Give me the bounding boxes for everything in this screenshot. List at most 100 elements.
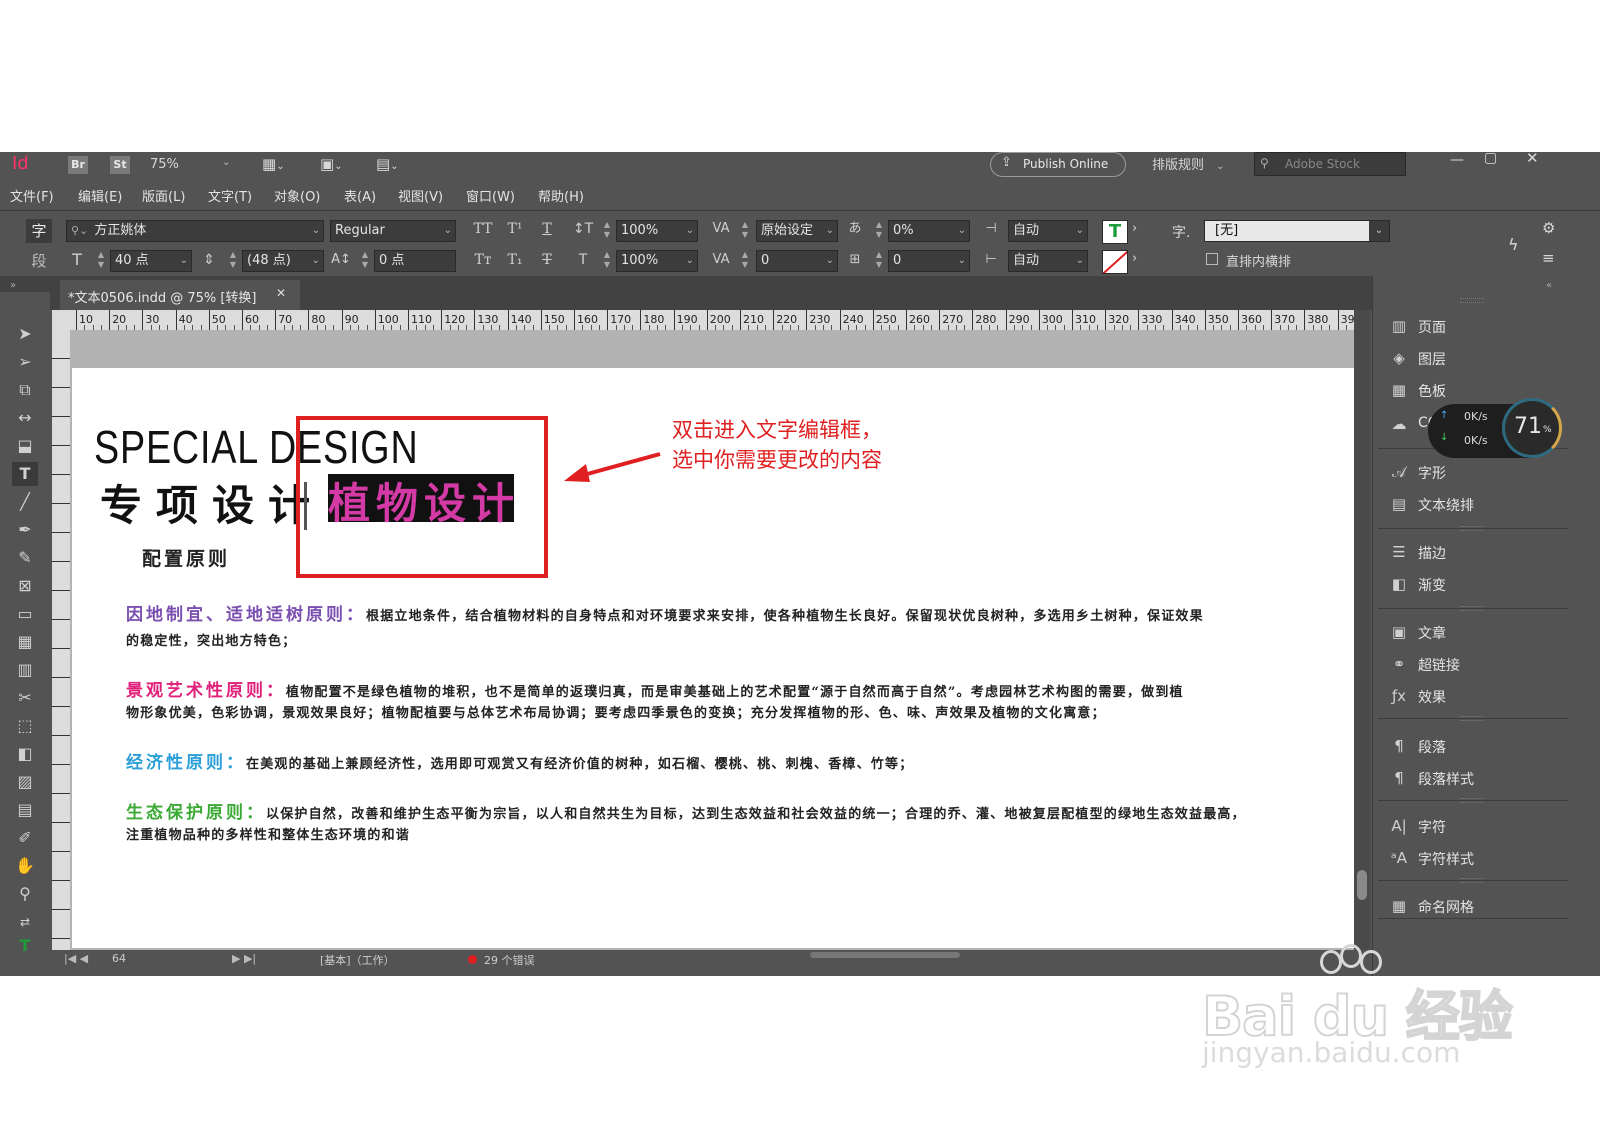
panel-item-character-styles[interactable]: 字符样式 [1418, 849, 1474, 869]
note-tool-icon[interactable]: ▤ [12, 798, 38, 822]
close-window-button[interactable]: ✕ [1526, 152, 1539, 167]
panel-item-paragraph-styles[interactable]: 段落样式 [1418, 769, 1474, 789]
selection-tool-icon[interactable]: ➤ [12, 322, 38, 346]
collapse-panels-icon[interactable]: « [1546, 280, 1552, 291]
panel-item-text-wrap[interactable]: 文本绕排 [1418, 495, 1474, 515]
first-page-button[interactable]: |◀ ◀ [64, 952, 88, 965]
horizontal-scroll-thumb[interactable] [810, 952, 960, 958]
menu-table[interactable]: 表(A) [344, 186, 376, 205]
swap-fill-stroke-icon[interactable]: ⇄ [12, 910, 38, 934]
kerning-method-select[interactable]: 原始设定 ⌄ [756, 220, 838, 242]
tate-chu-yoko-checkbox[interactable] [1206, 253, 1218, 265]
quick-apply-icon[interactable]: ϟ [1508, 235, 1519, 254]
aki-after-select[interactable]: 自动 ⌄ [1008, 250, 1088, 272]
tracking-field[interactable]: 0 ⌄ [756, 250, 838, 272]
subscript-icon[interactable]: T₁ [504, 251, 526, 269]
panel-item-effects[interactable]: 效果 [1418, 687, 1446, 707]
horizontal-grid-tool-icon[interactable]: ▦ [12, 630, 38, 654]
all-caps-icon[interactable]: TT [472, 220, 494, 238]
panel-item-named-grids[interactable]: 命名网格 [1418, 897, 1474, 917]
pen-tool-icon[interactable]: ✒ [12, 518, 38, 542]
panel-item-hyperlinks[interactable]: 超链接 [1418, 655, 1460, 675]
menu-window[interactable]: 窗口(W) [466, 186, 515, 205]
page-tool-icon[interactable]: ⧉ [12, 378, 38, 402]
glyphs-icon[interactable]: 𝒜 [1388, 462, 1410, 482]
maximize-button[interactable]: ▢ [1484, 152, 1497, 166]
swatches-icon[interactable]: ▦ [1388, 380, 1410, 400]
strikethrough-icon[interactable]: T [536, 251, 558, 269]
panel-group-grip[interactable] [1460, 716, 1484, 721]
font-size-stepper[interactable]: ▲ ▼ [94, 250, 108, 272]
next-page-button[interactable]: ▶ ▶| [232, 952, 256, 965]
text-wrap-icon[interactable]: ▤ [1388, 494, 1410, 514]
line-tool-icon[interactable]: ╱ [12, 490, 38, 514]
panel-item-stroke[interactable]: 描边 [1418, 543, 1446, 563]
panel-menu-icon[interactable]: ≡ [1542, 249, 1555, 267]
layers-icon[interactable]: ◈ [1388, 348, 1410, 368]
vertical-scale-stepper[interactable]: ▲ ▼ [600, 220, 614, 242]
pencil-tool-icon[interactable]: ✎ [12, 546, 38, 570]
scroll-thumb[interactable] [1357, 870, 1367, 900]
panel-item-gradient[interactable]: 渐变 [1418, 575, 1446, 595]
font-style-select[interactable]: Regular ⌄ [330, 220, 456, 242]
arrange-documents-icon[interactable]: ▤⌄ [376, 155, 399, 173]
eyedropper-tool-icon[interactable]: ✐ [12, 826, 38, 850]
fill-chevron-icon[interactable]: › [1132, 221, 1137, 236]
menu-type[interactable]: 文字(T) [208, 186, 252, 205]
direct-selection-tool-icon[interactable]: ➢ [12, 350, 38, 374]
zoom-tool-icon[interactable]: ⚲ [12, 882, 38, 906]
panel-item-character[interactable]: 字符 [1418, 817, 1446, 837]
underline-icon[interactable]: T [536, 220, 558, 238]
panel-group-grip[interactable] [1460, 878, 1484, 883]
formatting-text-icon[interactable]: T [12, 934, 38, 958]
gap-tool-icon[interactable]: ↔ [12, 406, 38, 430]
gradient-icon[interactable]: ◧ [1388, 574, 1410, 594]
tsume-stepper[interactable]: ▲ ▼ [872, 220, 886, 242]
leading-field[interactable]: (48 点) ⌄ [242, 250, 324, 272]
menu-object[interactable]: 对象(O) [274, 186, 320, 205]
preflight-errors[interactable]: 29 个错误 [484, 952, 535, 968]
panel-item-swatches[interactable]: 色板 [1418, 381, 1446, 401]
paragraph-icon[interactable]: ¶ [1388, 736, 1410, 756]
story-icon[interactable]: ▣ [1388, 622, 1410, 642]
cc-libraries-icon[interactable]: ☁ [1388, 414, 1410, 434]
kerning-stepper[interactable]: ▲ ▼ [738, 220, 752, 242]
panel-group-grip[interactable] [1460, 606, 1484, 611]
font-size-field[interactable]: 40 点 ⌄ [110, 250, 192, 272]
collapse-tools-icon[interactable]: » [10, 280, 16, 291]
char-spacing-stepper[interactable]: ▲ ▼ [358, 250, 372, 272]
zoom-select[interactable]: 75% ⌄ [150, 157, 240, 172]
hyperlinks-icon[interactable]: ⚭ [1388, 654, 1410, 674]
panel-item-glyphs[interactable]: 字形 [1418, 463, 1446, 483]
panel-group-grip[interactable] [1460, 298, 1484, 303]
workspace-switcher[interactable]: 排版规则 ⌄ [1152, 154, 1225, 173]
pages-icon[interactable]: ▥ [1388, 316, 1410, 336]
menu-edit[interactable]: 编辑(E) [78, 186, 122, 205]
panel-item-paragraph[interactable]: 段落 [1418, 737, 1446, 757]
document-tab[interactable]: *文本0506.indd @ 75% [转换] ✕ [60, 280, 300, 310]
hand-tool-icon[interactable]: ✋ [12, 854, 38, 878]
named-grids-icon[interactable]: ▦ [1388, 896, 1410, 916]
view-options-icon[interactable]: ▦⌄ [262, 155, 285, 173]
char-mode-button[interactable]: 字 [26, 219, 52, 243]
menu-help[interactable]: 帮助(H) [538, 186, 584, 205]
tsume-field[interactable]: 0% ⌄ [888, 220, 970, 242]
vertical-scrollbar[interactable] [1354, 310, 1370, 950]
stock-search-field[interactable]: ⚲ Adobe Stock [1254, 152, 1406, 176]
panel-item-pages[interactable]: 页面 [1418, 317, 1446, 337]
baseline-shift-field[interactable]: 0 ⌄ [888, 250, 970, 272]
panel-group-grip[interactable] [1460, 798, 1484, 803]
preflight-profile[interactable]: [基本]（工作） [320, 952, 395, 968]
fill-color-swatch[interactable]: T [1102, 220, 1128, 244]
minimize-button[interactable]: — [1450, 152, 1464, 168]
character-styles-icon[interactable]: ᵃA [1388, 848, 1410, 868]
vertical-grid-tool-icon[interactable]: ▥ [12, 658, 38, 682]
scissors-tool-icon[interactable]: ✂ [12, 686, 38, 710]
effects-icon[interactable]: ƒx [1388, 686, 1410, 706]
char-spacing-field[interactable]: 0 点 [374, 250, 456, 272]
content-collector-icon[interactable]: ⬓ [12, 434, 38, 458]
paragraph-styles-icon[interactable]: ¶ [1388, 768, 1410, 788]
stroke-chevron-icon[interactable]: › [1132, 251, 1137, 266]
small-caps-icon[interactable]: Tт [472, 251, 494, 269]
panel-group-grip[interactable] [1460, 526, 1484, 531]
